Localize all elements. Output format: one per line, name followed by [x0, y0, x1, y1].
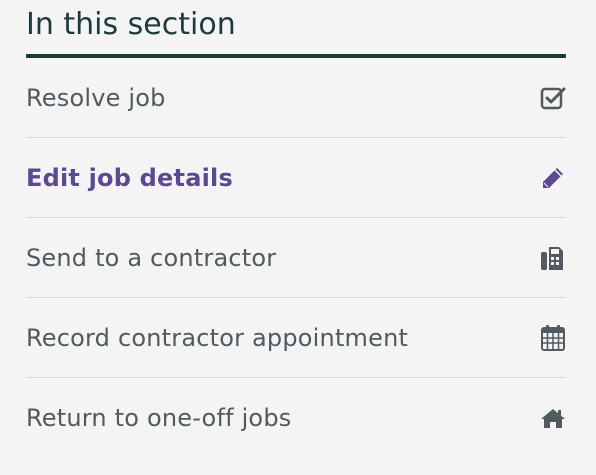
nav-item-label: Send to a contractor	[26, 243, 277, 272]
section-nav-list: Resolve job Edit job details Send to a c…	[26, 58, 566, 457]
nav-item-label: Resolve job	[26, 83, 166, 112]
pencil-icon	[539, 164, 567, 192]
calendar-icon	[539, 324, 567, 352]
nav-item-send-to-contractor[interactable]: Send to a contractor	[26, 218, 566, 298]
nav-item-resolve-job[interactable]: Resolve job	[26, 58, 566, 138]
fax-icon	[539, 244, 567, 272]
nav-item-edit-job-details[interactable]: Edit job details	[26, 138, 566, 218]
in-this-section-panel: In this section Resolve job Edit job det…	[26, 0, 566, 457]
nav-item-label: Return to one-off jobs	[26, 403, 292, 432]
nav-item-return-to-one-off-jobs[interactable]: Return to one-off jobs	[26, 378, 566, 457]
checkbox-icon	[539, 84, 567, 112]
nav-item-label: Edit job details	[26, 163, 233, 192]
nav-item-record-contractor-appointment[interactable]: Record contractor appointment	[26, 298, 566, 378]
section-title: In this section	[26, 0, 566, 58]
nav-item-label: Record contractor appointment	[26, 323, 409, 352]
home-icon	[539, 404, 567, 432]
